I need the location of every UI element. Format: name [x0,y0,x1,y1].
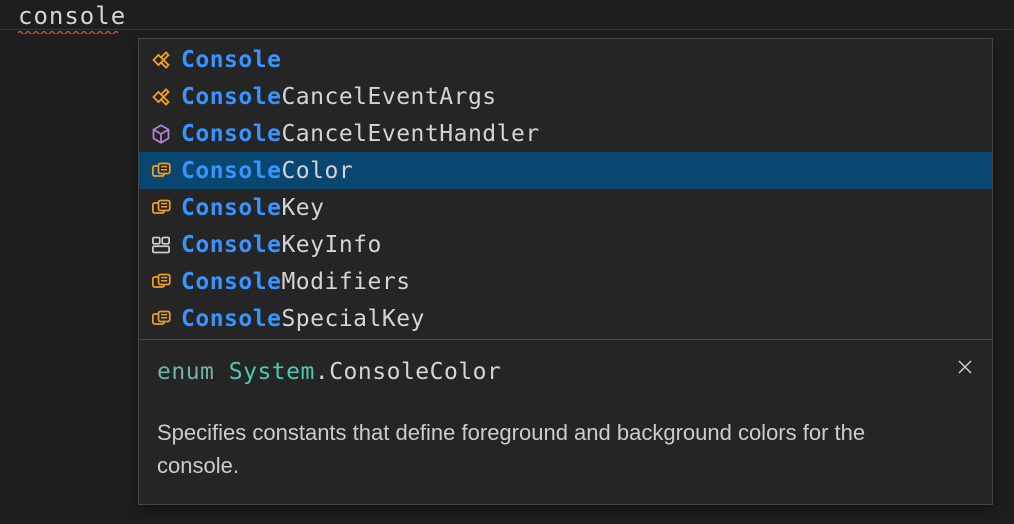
suggestion-match: Console [181,158,281,184]
tab-divider [0,28,1014,30]
class-icon [147,48,175,72]
suggestion-label: ConsoleSpecialKey [181,306,425,332]
detail-pane: enum System.ConsoleColor Specifies const… [139,340,992,504]
suggestion-item[interactable]: ConsoleCancelEventArgs [139,78,992,115]
box-icon [147,122,175,146]
suggestion-match: Console [181,84,281,110]
detail-dot: . [315,359,329,385]
suggestion-item[interactable]: ConsoleSpecialKey [139,300,992,337]
class-icon [147,85,175,109]
enum-icon [147,196,175,220]
suggestion-item[interactable]: ConsoleColor [139,152,992,189]
suggestion-rest: Modifiers [281,269,410,295]
suggestion-label: Console [181,47,281,73]
suggestion-rest: Key [281,195,324,221]
detail-signature: enum System.ConsoleColor [157,356,974,388]
suggestion-rest: SpecialKey [281,306,424,332]
suggestion-match: Console [181,306,281,332]
suggestion-item[interactable]: ConsoleModifiers [139,263,992,300]
suggestion-rest: CancelEventArgs [281,84,496,110]
suggestion-item[interactable]: ConsoleKeyInfo [139,226,992,263]
suggestion-match: Console [181,269,281,295]
suggestion-label: ConsoleKeyInfo [181,232,382,258]
detail-namespace: System [229,359,315,385]
suggestion-match: Console [181,47,281,73]
error-squiggle [18,30,118,34]
suggestion-item[interactable]: ConsoleKey [139,189,992,226]
editor-typed-text[interactable]: console [18,2,126,30]
close-detail-button[interactable] [952,354,978,380]
suggestion-rest: CancelEventHandler [281,121,539,147]
detail-type: ConsoleColor [329,359,501,385]
suggestion-match: Console [181,232,281,258]
suggestion-label: ConsoleCancelEventHandler [181,121,540,147]
enum-icon [147,307,175,331]
suggestion-match: Console [181,195,281,221]
enum-icon [147,270,175,294]
suggestion-label: ConsoleKey [181,195,324,221]
suggestion-list: Console ConsoleCancelEventArgs ConsoleCa… [139,39,992,340]
suggestion-item[interactable]: ConsoleCancelEventHandler [139,115,992,152]
suggestion-label: ConsoleColor [181,158,353,184]
suggestion-rest: KeyInfo [281,232,381,258]
intellisense-popup: Console ConsoleCancelEventArgs ConsoleCa… [138,38,993,505]
detail-description: Specifies constants that define foregrou… [157,416,917,482]
suggestion-label: ConsoleModifiers [181,269,411,295]
suggestion-item[interactable]: Console [139,41,992,78]
suggestion-rest: Color [281,158,353,184]
enum-icon [147,159,175,183]
struct-icon [147,233,175,257]
detail-keyword: enum [157,359,214,385]
suggestion-label: ConsoleCancelEventArgs [181,84,497,110]
suggestion-match: Console [181,121,281,147]
